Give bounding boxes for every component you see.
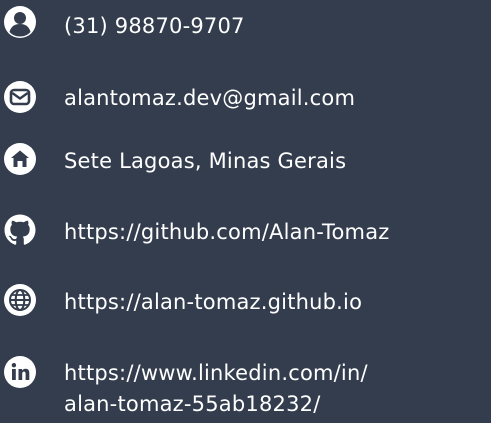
envelope-icon (3, 80, 37, 114)
address-text: Sete Lagoas, Minas Gerais (64, 149, 347, 173)
linkedin-icon (3, 355, 37, 389)
linkedin-link[interactable]: https://www.linkedin.com/in/ alan-tomaz-… (64, 358, 484, 420)
home-icon (3, 142, 37, 176)
contact-list: (31) 98870-9707 alantomaz.dev@gmail.com … (0, 0, 491, 423)
github-link[interactable]: https://github.com/Alan-Tomaz (64, 219, 390, 245)
phone-text[interactable]: (31) 98870-9707 (64, 13, 245, 39)
user-icon (3, 5, 37, 39)
globe-icon (3, 283, 37, 317)
linkedin-line-2: alan-tomaz-55ab18232/ (64, 392, 321, 416)
linkedin-line-1: https://www.linkedin.com/in/ (64, 361, 368, 385)
website-link[interactable]: https://alan-tomaz.github.io (64, 289, 362, 315)
github-icon (3, 213, 37, 247)
email-text[interactable]: alantomaz.dev@gmail.com (64, 85, 355, 111)
